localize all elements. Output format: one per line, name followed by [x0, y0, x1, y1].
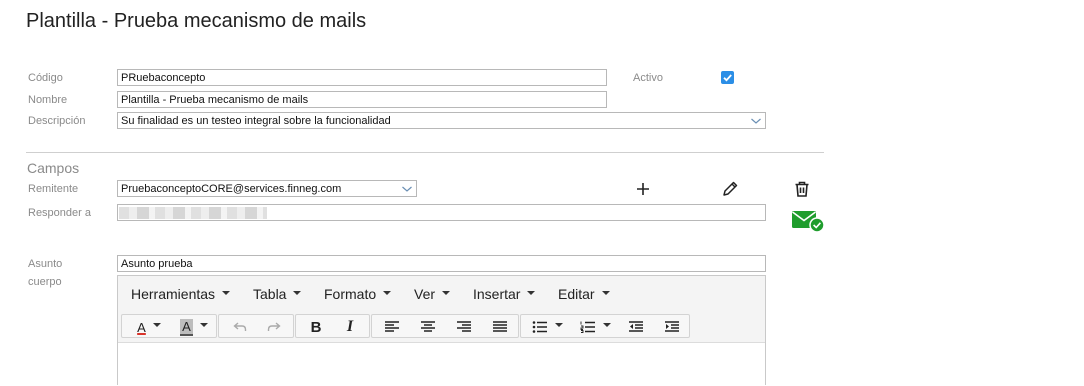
bullet-list-button[interactable]: [527, 318, 567, 336]
color-group: A A: [121, 314, 217, 338]
menu-label: Editar: [558, 286, 595, 302]
trash-icon: [795, 181, 809, 197]
background-color-button[interactable]: A: [174, 318, 214, 336]
undo-icon: [233, 322, 247, 331]
menu-label: Ver: [414, 286, 436, 302]
nombre-input[interactable]: Plantilla - Prueba mecanismo de mails: [117, 91, 607, 108]
outdent-icon: [629, 321, 643, 332]
menu-editar[interactable]: Editar: [558, 286, 610, 302]
caret-down-icon: [601, 291, 610, 296]
menu-label: Insertar: [473, 286, 521, 302]
redacted-value: [119, 207, 267, 219]
list-group: [520, 314, 690, 338]
activo-checkbox[interactable]: [721, 71, 734, 84]
undo-button[interactable]: [229, 318, 251, 336]
add-button[interactable]: [632, 178, 654, 200]
remitente-select[interactable]: PruebaconceptoCORE@services.finneg.com: [117, 180, 417, 197]
menu-label: Tabla: [253, 286, 287, 302]
cuerpo-label: cuerpo: [28, 276, 62, 288]
numbered-list-icon: [580, 321, 595, 333]
mail-check-icon: [792, 211, 825, 233]
mail-check-button[interactable]: [791, 208, 825, 234]
edit-button[interactable]: [719, 178, 741, 200]
redo-icon: [267, 322, 281, 331]
indent-icon: [665, 321, 679, 332]
section-divider: [26, 152, 824, 153]
menu-herramientas[interactable]: Herramientas: [131, 286, 231, 302]
editor-toolbar: A A B I: [118, 310, 765, 343]
outdent-button[interactable]: [623, 318, 649, 336]
campos-section-title: Campos: [27, 160, 80, 176]
editor-content-area[interactable]: [118, 343, 765, 386]
align-justify-icon: [493, 321, 507, 332]
align-justify-button[interactable]: [487, 318, 513, 336]
redo-button[interactable]: [263, 318, 285, 336]
align-center-icon: [421, 321, 435, 332]
asunto-input[interactable]: Asunto prueba: [117, 255, 766, 272]
bold-button[interactable]: B: [306, 318, 326, 336]
responder-label: Responder a: [28, 207, 91, 219]
chevron-down-icon: [751, 118, 761, 124]
italic-button[interactable]: I: [340, 318, 360, 336]
chevron-down-icon: [402, 186, 412, 192]
bg-color-glyph: A: [180, 318, 193, 336]
caret-down-icon: [199, 323, 208, 327]
remitente-value: PruebaconceptoCORE@services.finneg.com: [121, 183, 342, 195]
asunto-label: Asunto: [28, 258, 63, 270]
codigo-input[interactable]: PRuebaconcepto: [117, 69, 607, 86]
editor-menubar: Herramientas Tabla Formato Ver Insertar …: [118, 276, 765, 311]
align-center-button[interactable]: [415, 318, 441, 336]
bullet-list-icon: [532, 321, 547, 333]
menu-tabla[interactable]: Tabla: [253, 286, 302, 302]
text-color-button[interactable]: A: [130, 318, 168, 336]
align-right-icon: [457, 321, 471, 332]
indent-button[interactable]: [659, 318, 685, 336]
caret-down-icon: [383, 291, 392, 296]
menu-label: Formato: [324, 286, 377, 302]
descripcion-select[interactable]: Su finalidad es un testeo integral sobre…: [117, 112, 766, 129]
rich-text-editor: Herramientas Tabla Formato Ver Insertar …: [117, 275, 766, 386]
codigo-label: Código: [28, 72, 63, 84]
align-right-button[interactable]: [451, 318, 477, 336]
history-group: [218, 314, 294, 338]
pencil-icon: [723, 181, 738, 196]
remitente-label: Remitente: [28, 183, 79, 195]
align-left-button[interactable]: [379, 318, 405, 336]
caret-down-icon: [527, 291, 536, 296]
caret-down-icon: [602, 323, 611, 327]
caret-down-icon: [222, 291, 231, 296]
text-color-glyph: A: [137, 319, 146, 335]
menu-label: Herramientas: [131, 286, 216, 302]
caret-down-icon: [442, 291, 451, 296]
menu-formato[interactable]: Formato: [324, 286, 392, 302]
numbered-list-button[interactable]: [575, 318, 615, 336]
descripcion-label: Descripción: [28, 115, 86, 127]
checkmark-icon: [723, 74, 732, 82]
nombre-label: Nombre: [28, 94, 68, 106]
caret-down-icon: [554, 323, 563, 327]
menu-ver[interactable]: Ver: [414, 286, 451, 302]
align-left-icon: [385, 321, 399, 332]
descripcion-value: Su finalidad es un testeo integral sobre…: [121, 115, 391, 127]
activo-label: Activo: [633, 72, 663, 84]
menu-insertar[interactable]: Insertar: [473, 286, 536, 302]
format-group: B I: [295, 314, 370, 338]
caret-down-icon: [152, 323, 161, 327]
caret-down-icon: [293, 291, 302, 296]
plus-icon: [637, 183, 649, 195]
page-title: Plantilla - Prueba mecanismo de mails: [26, 10, 367, 32]
alignment-group: [371, 314, 519, 338]
delete-button[interactable]: [791, 178, 813, 200]
